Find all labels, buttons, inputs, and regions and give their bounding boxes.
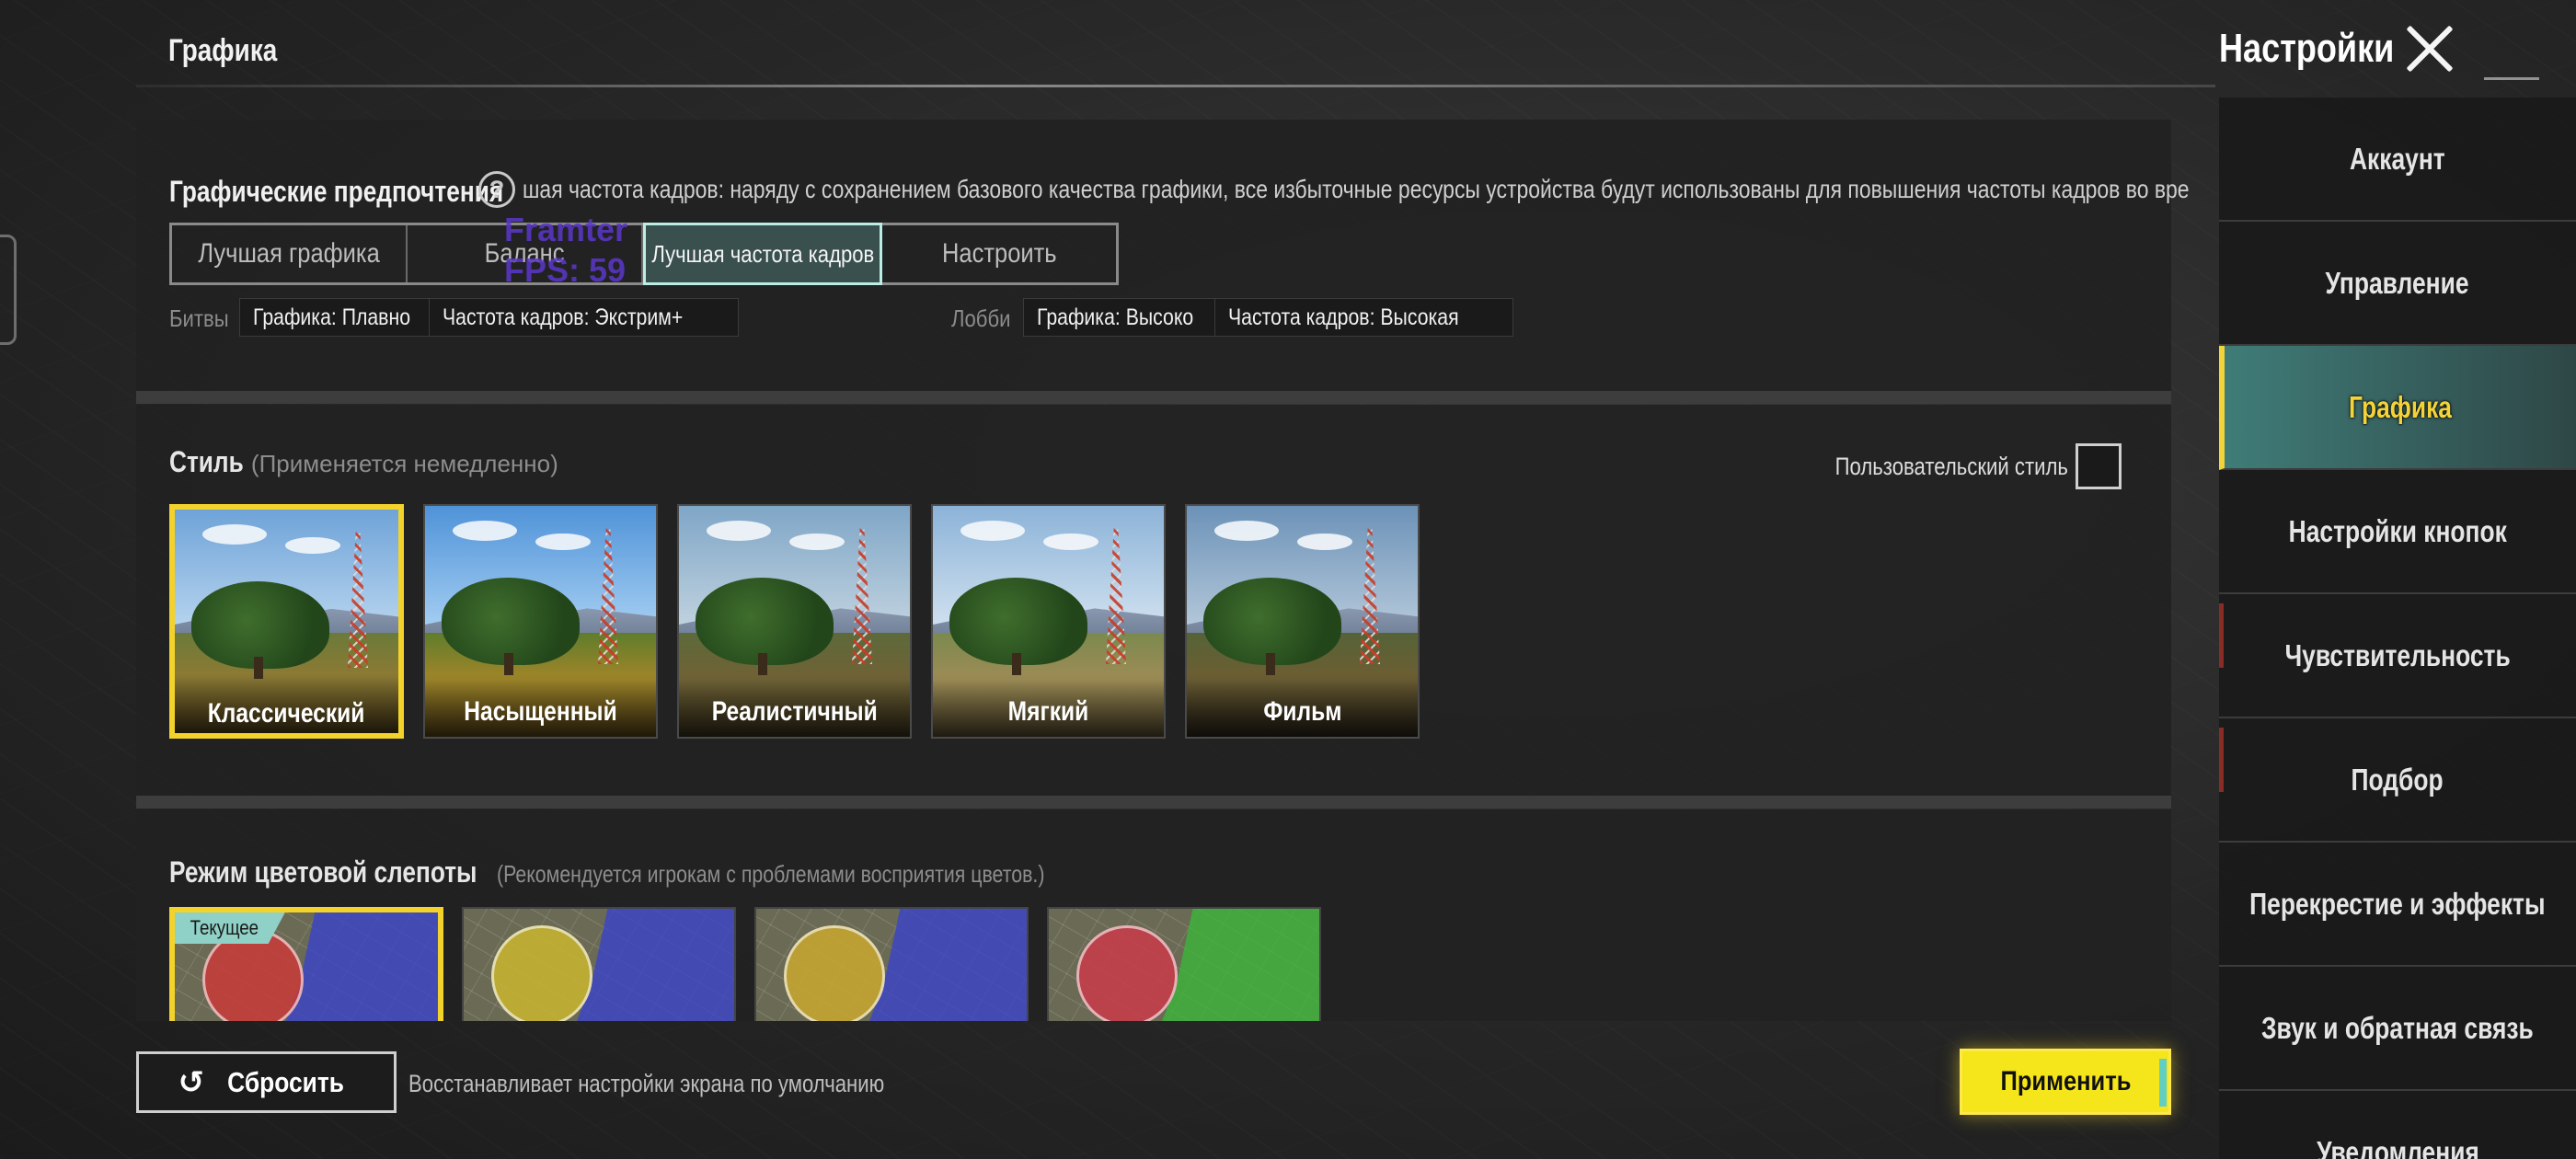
style-card-text: Фильм bbox=[1262, 696, 1342, 727]
battle-label: Битвы bbox=[169, 304, 229, 332]
sidebar-item-graphics[interactable]: Графика bbox=[2219, 346, 2576, 470]
battle-graphics-chip: Графика: Плавно bbox=[239, 298, 453, 337]
help-icon[interactable]: ? bbox=[478, 171, 515, 208]
style-card-soft[interactable]: Мягкий bbox=[931, 504, 1166, 739]
sidebar-item-sound-feedback[interactable]: Звук и обратная связь bbox=[2219, 967, 2576, 1091]
apply-label: Применить bbox=[2000, 1066, 2131, 1096]
style-title: Стиль (Применяется немедленно) bbox=[169, 445, 558, 479]
option-label: Баланс bbox=[484, 238, 565, 269]
settings-sidebar: Аккаунт Управление Графика Настройки кно… bbox=[2219, 98, 2576, 1159]
option-balance[interactable]: Баланс bbox=[408, 225, 643, 282]
map-circle bbox=[784, 925, 885, 1021]
sidebar-item-label: Чувствительность bbox=[2284, 637, 2511, 672]
lobby-fps-chip: Частота кадров: Высокая bbox=[1214, 298, 1513, 337]
sidebar-item-label: Настройки кнопок bbox=[2288, 513, 2507, 548]
style-card-label: Мягкий bbox=[933, 680, 1164, 737]
custom-style-checkbox[interactable] bbox=[2076, 443, 2122, 489]
settings-title: Настройки bbox=[2219, 26, 2395, 71]
option-best-graphics[interactable]: Лучшая графика bbox=[172, 225, 408, 282]
style-card-saturated[interactable]: Насыщенный bbox=[423, 504, 658, 739]
panel-divider bbox=[136, 796, 2171, 809]
lobby-label: Лобби bbox=[951, 304, 1011, 332]
style-title-sub: (Применяется немедленно) bbox=[250, 450, 558, 477]
colorblind-panel: Режим цветовой слепоты (Рекомендуется иг… bbox=[136, 809, 2171, 1021]
custom-style-label: Пользовательский стиль bbox=[1834, 453, 2068, 480]
graphics-preferences-panel: Графические предпочтения ? шая частота к… bbox=[136, 120, 2190, 391]
map-circle bbox=[491, 925, 592, 1021]
preferences-description-wrap: шая частота кадров: наряду с сохранением… bbox=[523, 175, 2289, 212]
graphics-preference-selector: Лучшая графика Баланс Лучшая частота кад… bbox=[169, 223, 1119, 285]
sidebar-item-button-settings[interactable]: Настройки кнопок bbox=[2219, 470, 2576, 594]
battle-fps-chip: Частота кадров: Экстрим+ bbox=[429, 298, 740, 337]
option-label: Лучшая частота кадров bbox=[651, 239, 874, 268]
map-circle bbox=[1076, 925, 1178, 1021]
sidebar-item-crosshair-effects[interactable]: Перекрестие и эффекты bbox=[2219, 843, 2576, 967]
sidebar-accent bbox=[2219, 603, 2224, 668]
sidebar-item-sensitivity[interactable]: Чувствительность bbox=[2219, 594, 2576, 718]
style-panel: Стиль (Применяется немедленно) Пользоват… bbox=[136, 405, 2171, 796]
option-customize[interactable]: Настроить bbox=[882, 225, 1116, 282]
style-card-list: Классический Насыщенный Реалистичный Мяг… bbox=[169, 504, 1420, 739]
sidebar-item-label: Аккаунт bbox=[2350, 141, 2445, 176]
current-badge-text: Текущее bbox=[190, 916, 259, 939]
style-card-text: Мягкий bbox=[1007, 696, 1089, 727]
style-card-label: Реалистичный bbox=[679, 680, 910, 737]
apply-button[interactable]: Применить bbox=[1960, 1049, 2171, 1115]
sidebar-item-notifications[interactable]: Уведомления bbox=[2219, 1091, 2576, 1159]
colorblind-card-default[interactable]: Текущее bbox=[169, 907, 443, 1021]
style-card-label: Насыщенный bbox=[425, 680, 656, 737]
close-underline bbox=[2484, 77, 2539, 80]
option-label: Лучшая графика bbox=[198, 238, 380, 269]
style-card-label: Фильм bbox=[1187, 680, 1418, 737]
left-edge-handle bbox=[0, 235, 17, 345]
sidebar-item-label: Перекрестие и эффекты bbox=[2249, 886, 2546, 921]
sidebar-item-label: Графика bbox=[2349, 389, 2452, 424]
reset-icon: ↺ bbox=[178, 1064, 205, 1100]
lobby-graphics-value: Графика: Высоко bbox=[1037, 304, 1194, 330]
option-best-framerate[interactable]: Лучшая частота кадров bbox=[643, 223, 882, 285]
reset-hint: Восстанавливает настройки экрана по умол… bbox=[408, 1070, 885, 1097]
option-label: Настроить bbox=[941, 238, 1057, 269]
style-card-label: Классический bbox=[175, 676, 398, 733]
graphics-preferences-label: Графические предпочтения bbox=[169, 175, 504, 208]
battle-graphics-value: Графика: Плавно bbox=[253, 304, 411, 330]
lobby-fps-value: Частота кадров: Высокая bbox=[1228, 304, 1459, 330]
panel-divider bbox=[136, 391, 2171, 404]
sidebar-item-label: Управление bbox=[2325, 265, 2470, 300]
style-card-realistic[interactable]: Реалистичный bbox=[677, 504, 912, 739]
sidebar-accent bbox=[2219, 728, 2224, 792]
current-settings-row: Битвы Графика: Плавно Частота кадров: Эк… bbox=[169, 298, 2171, 337]
colorblind-card-deuteranopia[interactable] bbox=[754, 907, 1029, 1021]
sidebar-item-label: Подбор bbox=[2351, 762, 2444, 797]
style-title-main: Стиль bbox=[169, 445, 244, 478]
style-card-film[interactable]: Фильм bbox=[1185, 504, 1420, 739]
colorblind-title-sub: (Рекомендуется игрокам с проблемами восп… bbox=[497, 860, 1045, 888]
header-divider bbox=[136, 85, 2215, 87]
close-icon[interactable] bbox=[2401, 20, 2458, 77]
sidebar-item-label: Звук и обратная связь bbox=[2261, 1010, 2534, 1045]
colorblind-card-tritanopia[interactable] bbox=[1047, 907, 1321, 1021]
sidebar-item-account[interactable]: Аккаунт bbox=[2219, 98, 2576, 222]
sidebar-item-matchmaking[interactable]: Подбор bbox=[2219, 718, 2576, 843]
sidebar-item-controls[interactable]: Управление bbox=[2219, 222, 2576, 346]
colorblind-title-main: Режим цветовой слепоты bbox=[169, 855, 477, 889]
colorblind-card-protanopia[interactable] bbox=[462, 907, 736, 1021]
colorblind-card-list: Текущее bbox=[169, 907, 1321, 1021]
style-card-text: Насыщенный bbox=[464, 696, 617, 727]
style-card-classic[interactable]: Классический bbox=[169, 504, 404, 739]
sidebar-item-label: Уведомления bbox=[2316, 1134, 2479, 1159]
style-card-text: Классический bbox=[208, 698, 365, 729]
style-card-text: Реалистичный bbox=[711, 696, 878, 727]
battle-fps-value: Частота кадров: Экстрим+ bbox=[443, 304, 684, 330]
current-badge: Текущее bbox=[175, 912, 285, 944]
reset-label: Сбросить bbox=[227, 1065, 345, 1098]
preferences-description: шая частота кадров: наряду с сохранением… bbox=[523, 175, 2190, 203]
reset-button[interactable]: ↺ Сбросить bbox=[136, 1051, 397, 1113]
colorblind-title: Режим цветовой слепоты (Рекомендуется иг… bbox=[169, 855, 1165, 889]
section-title: Графика bbox=[168, 33, 278, 68]
lobby-graphics-chip: Графика: Высоко bbox=[1023, 298, 1236, 337]
